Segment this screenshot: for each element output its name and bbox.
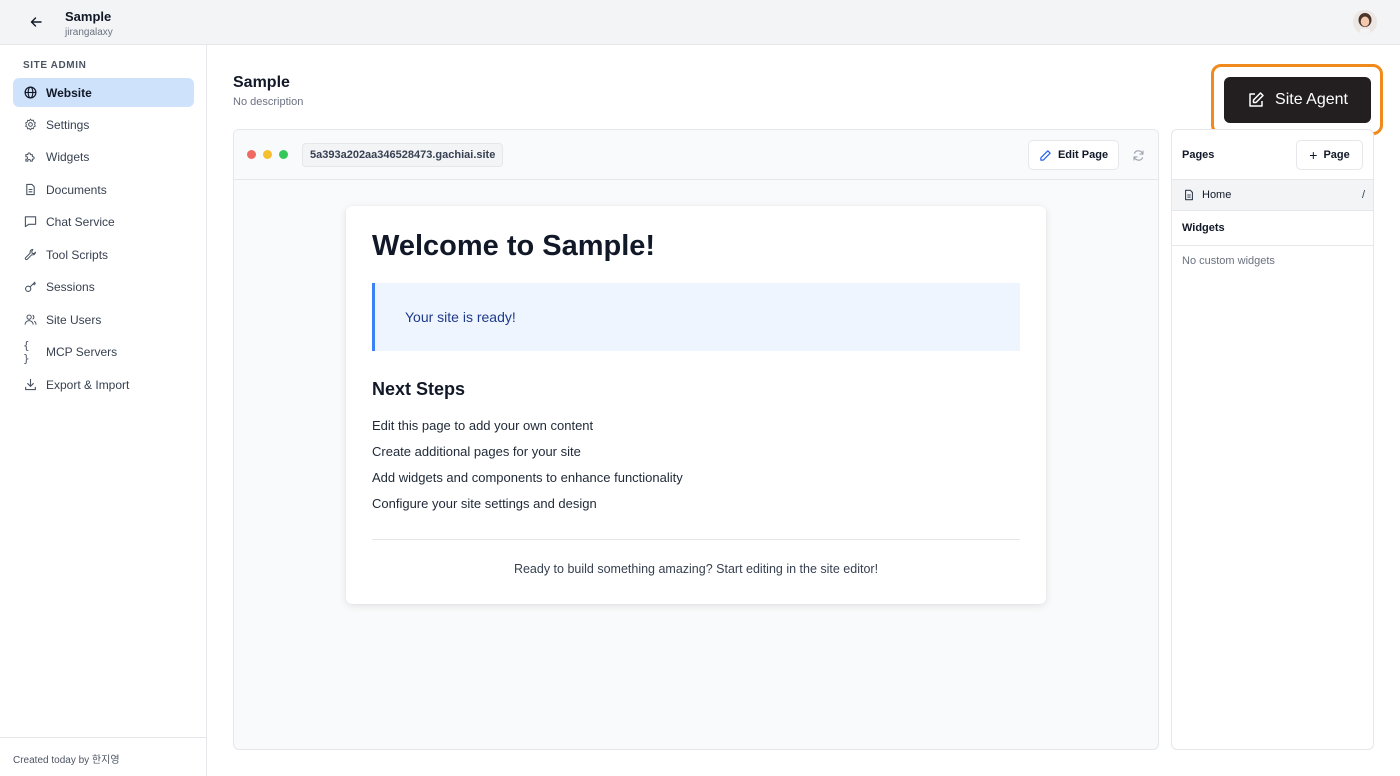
add-page-label: Page: [1323, 149, 1350, 161]
page-name: Home: [1202, 189, 1232, 201]
pencil-icon: [1039, 149, 1052, 162]
sidebar-item-export-import[interactable]: Export & Import: [13, 370, 194, 399]
sidebar-item-label: Website: [46, 85, 92, 100]
gear-icon: [23, 118, 37, 132]
sidebar-item-site-users[interactable]: Site Users: [13, 305, 194, 334]
sidebar-item-label: Site Users: [46, 312, 102, 327]
top-bar: Sample jirangalaxy: [0, 0, 1400, 45]
sidebar-item-widgets[interactable]: Widgets: [13, 142, 194, 171]
sidebar-item-tool-scripts[interactable]: Tool Scripts: [13, 240, 194, 269]
users-icon: [23, 313, 37, 327]
site-preview: 5a393a202aa346528473.gachiai.site Edit P…: [233, 129, 1159, 750]
add-page-button[interactable]: + Page: [1296, 140, 1363, 170]
sidebar-item-mcp-servers[interactable]: { } MCP Servers: [13, 337, 194, 366]
sidebar-item-label: MCP Servers: [46, 344, 118, 359]
sidebar-item-label: Documents: [46, 182, 107, 197]
sidebar-item-sessions[interactable]: Sessions: [13, 272, 194, 301]
sidebar-item-label: Settings: [46, 117, 90, 132]
sidebar-item-settings[interactable]: Settings: [13, 110, 194, 139]
preview-step: Edit this page to add your own content: [372, 418, 594, 433]
site-subtitle: jirangalaxy: [65, 27, 113, 38]
window-dot-green: [279, 150, 288, 159]
sidebar-item-documents[interactable]: Documents: [13, 175, 194, 204]
preview-step: Configure your site settings and design: [372, 496, 597, 511]
refresh-icon[interactable]: [1130, 147, 1146, 163]
sidebar-item-label: Chat Service: [46, 214, 115, 229]
edit-icon: [1247, 91, 1265, 109]
sidebar-item-label: Tool Scripts: [46, 247, 109, 262]
back-arrow-icon[interactable]: [26, 12, 46, 32]
pages-panel: Pages + Page Home / Widgets No custom wi…: [1171, 129, 1374, 750]
sidebar: SITE ADMIN Website Settings Widgets Docu…: [0, 45, 207, 776]
window-dot-red: [247, 150, 256, 159]
window-dot-yellow: [263, 150, 272, 159]
panel-divider: [1172, 210, 1373, 211]
preview-divider: [372, 539, 1020, 540]
panel-divider: [1172, 245, 1373, 246]
preview-step: Create additional pages for your site: [372, 444, 581, 459]
page-item-home[interactable]: Home /: [1172, 180, 1373, 210]
sidebar-item-label: Widgets: [46, 149, 90, 164]
file-icon: [1183, 189, 1195, 201]
pages-label: Pages: [1182, 149, 1215, 161]
wrench-icon: [23, 248, 37, 262]
globe-icon: [23, 86, 37, 100]
widgets-label: Widgets: [1182, 222, 1225, 234]
edit-page-button[interactable]: Edit Page: [1028, 140, 1119, 170]
sidebar-heading: SITE ADMIN: [23, 60, 87, 71]
puzzle-icon: [23, 150, 37, 164]
plus-icon: +: [1309, 147, 1318, 163]
edit-page-label: Edit Page: [1057, 149, 1109, 161]
widgets-empty-state: No custom widgets: [1182, 255, 1275, 267]
download-icon: [23, 378, 37, 392]
key-icon: [23, 280, 37, 294]
site-agent-button[interactable]: Site Agent: [1224, 77, 1371, 123]
sidebar-item-label: Export & Import: [46, 377, 130, 392]
sidebar-divider: [0, 737, 207, 738]
sidebar-item-chat-service[interactable]: Chat Service: [13, 207, 194, 236]
preview-step: Add widgets and components to enhance fu…: [372, 470, 683, 485]
preview-heading: Welcome to Sample!: [372, 230, 656, 262]
preview-footer: Ready to build something amazing? Start …: [513, 562, 879, 576]
braces-icon: { }: [23, 338, 30, 365]
sidebar-footer: Created today by 한지영: [13, 755, 120, 766]
sidebar-item-label: Sessions: [46, 279, 95, 294]
page-title: Sample: [233, 74, 290, 91]
document-icon: [23, 183, 37, 197]
site-url[interactable]: 5a393a202aa346528473.gachiai.site: [302, 143, 504, 167]
preview-subheading: Next Steps: [372, 379, 466, 399]
chat-icon: [23, 215, 37, 229]
preview-page-card: Welcome to Sample! Your site is ready! N…: [346, 206, 1046, 604]
sidebar-item-website[interactable]: Website: [13, 78, 194, 107]
page-description: No description: [233, 96, 304, 108]
preview-toolbar: 5a393a202aa346528473.gachiai.site Edit P…: [234, 130, 1158, 180]
site-agent-label: Site Agent: [1275, 91, 1348, 108]
avatar[interactable]: [1353, 10, 1377, 34]
preview-callout: Your site is ready!: [372, 283, 1020, 351]
page-path: /: [1361, 189, 1365, 201]
site-title: Sample: [65, 9, 112, 24]
